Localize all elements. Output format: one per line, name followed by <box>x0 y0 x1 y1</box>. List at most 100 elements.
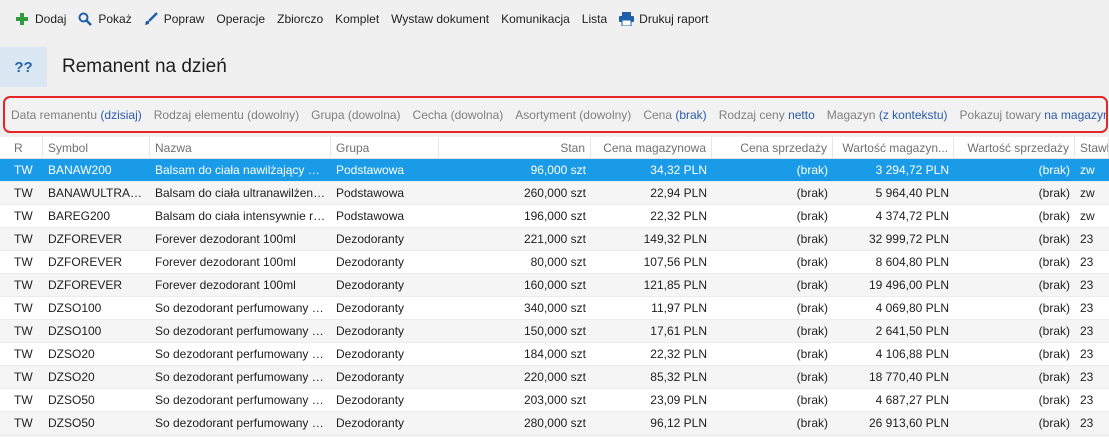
filter-warehouse[interactable]: Magazyn (z kontekstu) <box>827 108 948 122</box>
filter-price-type[interactable]: Rodzaj ceny netto <box>719 108 815 122</box>
cell-group: Dezodoranty <box>331 274 439 296</box>
edit-button[interactable]: Popraw <box>138 7 211 31</box>
cell-warehouse-price: 34,32 PLN <box>591 159 712 181</box>
cell-nazwa-text: So dezodorant perfumowany 5... <box>155 393 326 407</box>
column-header-warehouse-price[interactable]: Cena magazynowa <box>591 137 712 158</box>
cell-warehouse-value: 19 496,00 PLN <box>833 274 954 296</box>
table-row[interactable]: TW DZSO100 So dezodorant perfumowany 1..… <box>0 297 1109 320</box>
cell-r-text: TW <box>14 278 33 292</box>
cell-sale-value: (brak) <box>954 182 1075 204</box>
cell-vat-rate: 23 <box>1075 320 1109 342</box>
filter-price-value: (brak) <box>675 107 707 122</box>
cell-group: Dezodoranty <box>331 366 439 388</box>
add-button[interactable]: Dodaj <box>9 7 72 31</box>
cell-wart_mag-text: 4 106,88 PLN <box>875 347 949 361</box>
set-button[interactable]: Komplet <box>329 7 385 31</box>
filter-date-label: Data remanentu <box>11 107 98 122</box>
print-report-button[interactable]: Drukuj raport <box>613 7 714 31</box>
cell-wart_mag-text: 4 687,27 PLN <box>875 393 949 407</box>
cell-wart_mag-text: 26 913,60 PLN <box>868 416 949 430</box>
cell-name: Balsam do ciała nawilżający 20... <box>150 159 331 181</box>
table-row[interactable]: TW BAREG200 Balsam do ciała intensywnie … <box>0 205 1109 228</box>
cell-cena_mag-text: 107,56 PLN <box>643 255 707 269</box>
cell-vat-rate: 23 <box>1075 389 1109 411</box>
filter-date[interactable]: Data remanentu (dzisiaj) <box>11 108 142 122</box>
cell-wart_sprz-text: (brak) <box>1038 347 1070 361</box>
cell-cena_sprz-text: (brak) <box>796 416 828 430</box>
table-row[interactable]: TW DZFOREVER Forever dezodorant 100ml De… <box>0 274 1109 297</box>
search-icon <box>78 12 93 26</box>
table-row[interactable]: TW DZSO50 So dezodorant perfumowany 5...… <box>0 412 1109 435</box>
show-button[interactable]: Pokaż <box>72 7 137 31</box>
cell-sale-value: (brak) <box>954 228 1075 250</box>
cell-wart_sprz-text: (brak) <box>1038 416 1070 430</box>
cell-warehouse-price: 107,56 PLN <box>591 251 712 273</box>
column-header-warehouse-value[interactable]: Wartość magazyn... <box>833 137 954 158</box>
column-header-sale-price[interactable]: Cena sprzedaży <box>712 137 833 158</box>
column-header-r[interactable]: R <box>0 137 43 158</box>
cell-r: TW <box>0 389 43 411</box>
cell-stawka-text: 23 <box>1080 416 1094 430</box>
cell-grupa-text: Dezodoranty <box>336 347 405 361</box>
cell-stawka-text: 23 <box>1080 232 1094 246</box>
table-row[interactable]: TW DZFOREVER Forever dezodorant 100ml De… <box>0 251 1109 274</box>
cell-cena_mag-text: 23,09 PLN <box>650 393 707 407</box>
column-header-vat-rate[interactable]: Stawka... <box>1075 137 1109 158</box>
cell-sale-price: (brak) <box>712 251 833 273</box>
column-header-stock[interactable]: Stan <box>439 137 591 158</box>
cell-r-text: TW <box>14 255 33 269</box>
table-row[interactable]: TW DZFOREVER Forever dezodorant 100ml De… <box>0 228 1109 251</box>
filter-element-type[interactable]: Rodzaj elementu (dowolny) <box>154 108 299 122</box>
operations-button[interactable]: Operacje <box>210 7 271 31</box>
cell-stawka-text: zw <box>1080 163 1095 177</box>
filter-feature[interactable]: Cecha (dowolna) <box>413 108 504 122</box>
filter-group[interactable]: Grupa (dowolna) <box>311 108 400 122</box>
cell-sale-price: (brak) <box>712 205 833 227</box>
cell-cena_sprz-text: (brak) <box>796 278 828 292</box>
table-row[interactable]: TW DZSO20 So dezodorant perfumowany 2...… <box>0 343 1109 366</box>
cell-warehouse-value: 4 374,72 PLN <box>833 205 954 227</box>
cell-name: Forever dezodorant 100ml <box>150 228 331 250</box>
bulk-button[interactable]: Zbiorczo <box>271 7 329 31</box>
column-header-group[interactable]: Grupa <box>331 137 439 158</box>
column-header-symbol[interactable]: Symbol <box>43 137 150 158</box>
printer-icon <box>619 12 635 26</box>
table-row[interactable]: TW BANAW200 Balsam do ciała nawilżający … <box>0 159 1109 182</box>
cell-stawka-text: 23 <box>1080 278 1094 292</box>
cell-stan-text: 196,000 szt <box>523 209 586 223</box>
cell-symbol-text: DZSO50 <box>48 416 95 430</box>
table-row[interactable]: TW DZSO20 So dezodorant perfumowany 2...… <box>0 366 1109 389</box>
cell-warehouse-price: 17,61 PLN <box>591 320 712 342</box>
cell-cena_sprz-text: (brak) <box>796 393 828 407</box>
communication-button[interactable]: Komunikacja <box>495 7 576 31</box>
cell-r-text: TW <box>14 301 33 315</box>
cell-sale-price: (brak) <box>712 228 833 250</box>
cell-stock: 160,000 szt <box>439 274 591 296</box>
cell-cena_mag-text: 22,94 PLN <box>650 186 707 200</box>
cell-nazwa-text: Balsam do ciała nawilżający 20... <box>155 163 326 177</box>
cell-warehouse-value: 32 999,72 PLN <box>833 228 954 250</box>
cell-grupa-text: Dezodoranty <box>336 324 405 338</box>
cell-wart_sprz-text: (brak) <box>1038 209 1070 223</box>
cell-stock: 203,000 szt <box>439 389 591 411</box>
cell-wart_sprz-text: (brak) <box>1038 370 1070 384</box>
filter-price[interactable]: Cena (brak) <box>643 108 706 122</box>
cell-warehouse-value: 26 913,60 PLN <box>833 412 954 434</box>
cell-r: TW <box>0 205 43 227</box>
cell-stock: 220,000 szt <box>439 366 591 388</box>
cell-stan-text: 96,000 szt <box>530 163 586 177</box>
cell-nazwa-text: Forever dezodorant 100ml <box>155 278 296 292</box>
table-row[interactable]: TW DZSO50 So dezodorant perfumowany 5...… <box>0 389 1109 412</box>
column-header-name[interactable]: Nazwa <box>150 137 331 158</box>
list-button[interactable]: Lista <box>576 7 613 31</box>
table-row[interactable]: TW DZSO100 So dezodorant perfumowany 1..… <box>0 320 1109 343</box>
issue-document-button[interactable]: Wystaw dokument <box>385 7 495 31</box>
column-header-sale-value[interactable]: Wartość sprzedaży <box>954 137 1075 158</box>
filter-assortment[interactable]: Asortyment (dowolny) <box>515 108 631 122</box>
filter-show-goods[interactable]: Pokazuj towary na magazynie <box>960 108 1106 122</box>
cell-warehouse-price: 96,12 PLN <box>591 412 712 434</box>
table-row[interactable]: TW BANAWULTRA250 Balsam do ciała ultrana… <box>0 182 1109 205</box>
cell-sale-price: (brak) <box>712 389 833 411</box>
cell-symbol: DZFOREVER <box>43 274 150 296</box>
cell-cena_mag-text: 22,32 PLN <box>650 209 707 223</box>
